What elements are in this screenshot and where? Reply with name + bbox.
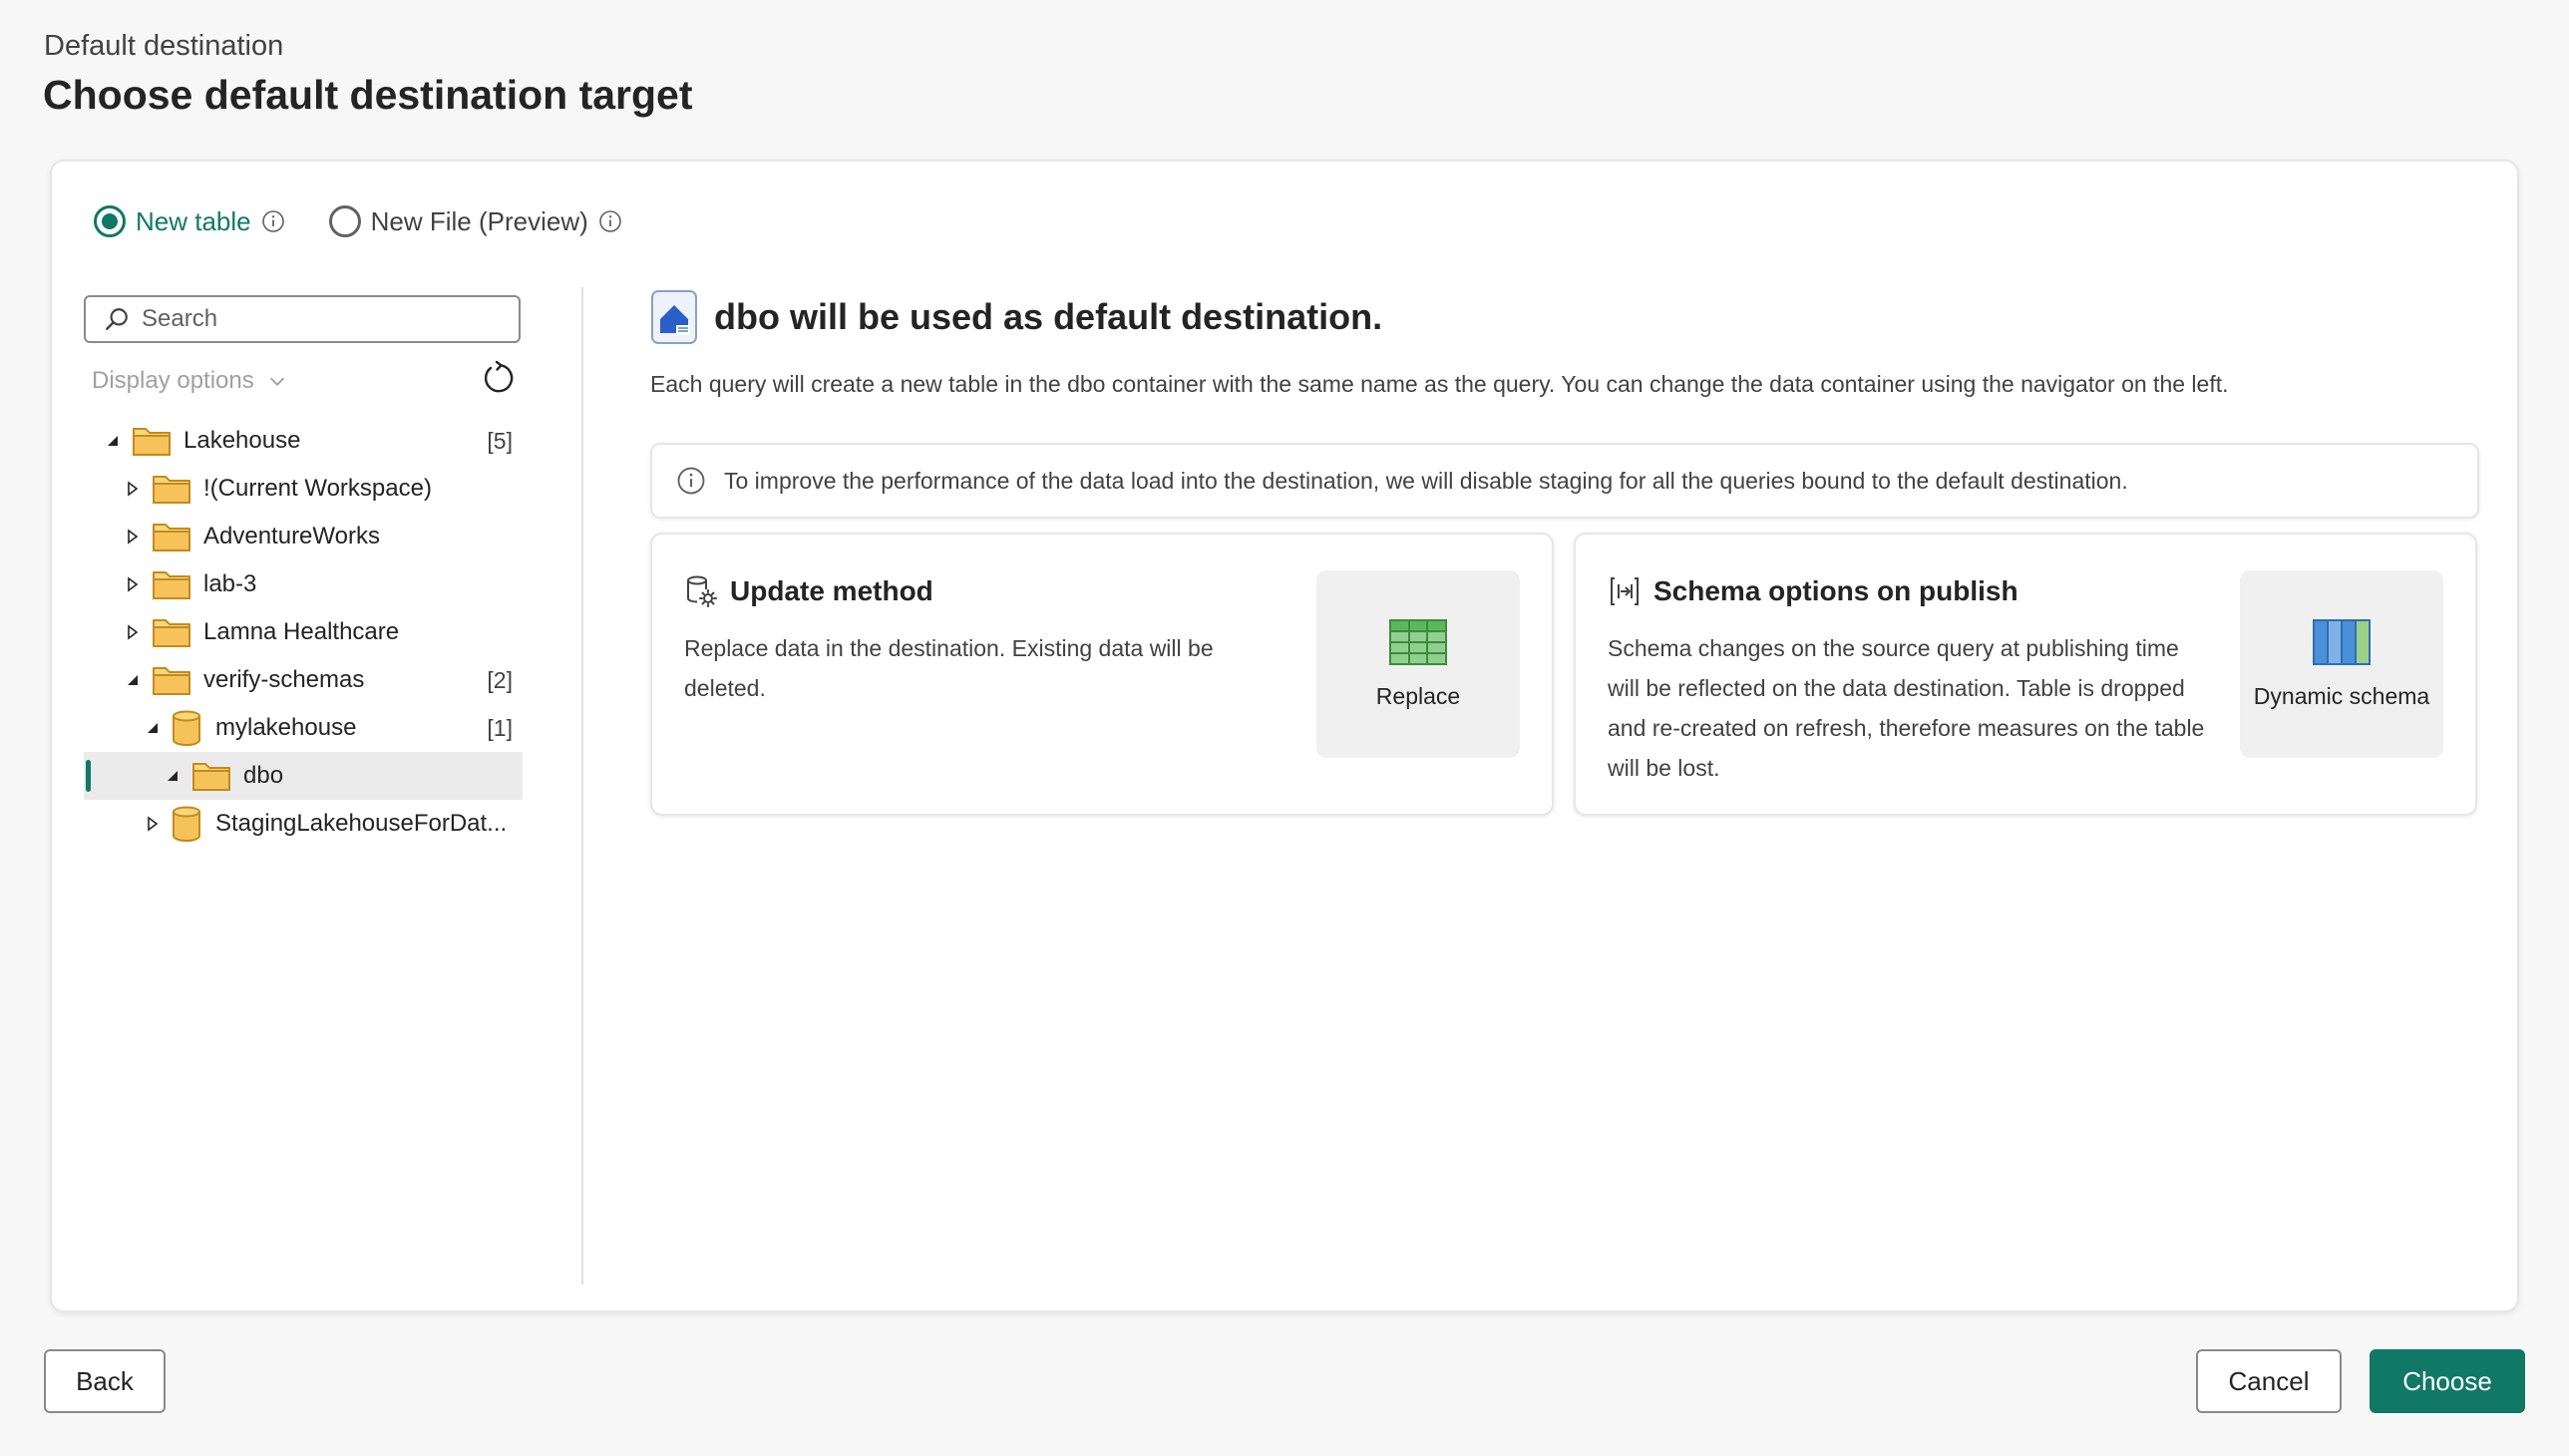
tree-item[interactable]: lab-3 xyxy=(84,560,523,608)
tree-item[interactable]: !(Current Workspace) xyxy=(84,465,523,513)
navigator-pane: Display options Lakehouse [5] !(Current Wo… xyxy=(84,295,523,1292)
database-settings-icon xyxy=(687,575,717,607)
tree-item-label: Lamna Healthcare xyxy=(203,618,400,645)
new-table-radio[interactable]: New table xyxy=(94,205,285,237)
database-icon xyxy=(173,710,200,746)
caret-collapsed-icon[interactable] xyxy=(124,575,142,593)
destination-card: New table New File (Preview) Display opt… xyxy=(50,160,2519,1312)
replace-option-tile[interactable]: Replace xyxy=(1316,570,1520,758)
search-box[interactable] xyxy=(84,295,521,343)
caret-collapsed-icon[interactable] xyxy=(124,528,142,546)
radio-checked-icon xyxy=(94,205,126,237)
destination-content: dbo will be used as default destination.… xyxy=(650,285,2485,816)
tree-item[interactable]: mylakehouse [1] xyxy=(84,704,523,752)
display-options-label: Display options xyxy=(92,367,254,394)
page-title: Choose default destination target xyxy=(43,72,693,118)
schema-options-text: Schema changes on the source query at pu… xyxy=(1608,635,2205,781)
update-method-card: Update method Replace data in the destin… xyxy=(650,533,1554,816)
info-icon[interactable] xyxy=(598,209,622,233)
info-icon[interactable] xyxy=(261,209,285,233)
tree-item[interactable]: Lamna Healthcare xyxy=(84,608,523,656)
folder-icon xyxy=(192,763,230,791)
tree-item-count: [1] xyxy=(487,714,513,741)
tree-item-count: [2] xyxy=(487,666,513,693)
navigator-tree: Lakehouse [5] !(Current Workspace) Adventur… xyxy=(84,417,523,848)
caret-expanded-icon[interactable] xyxy=(104,432,122,450)
search-icon xyxy=(106,308,128,330)
lakehouse-icon xyxy=(651,290,697,344)
dynamic-schema-label: Dynamic schema xyxy=(2253,682,2430,709)
choose-button[interactable]: Choose xyxy=(2370,1349,2525,1413)
chevron-down-icon xyxy=(269,377,284,386)
new-file-label: New File (Preview) xyxy=(370,205,588,236)
caret-expanded-icon[interactable] xyxy=(144,719,162,737)
folder-icon xyxy=(153,571,190,599)
dynamic-schema-icon xyxy=(2313,618,2371,665)
destination-description: Each query will create a new table in th… xyxy=(650,371,2229,397)
info-icon xyxy=(677,467,705,495)
refresh-button[interactable] xyxy=(478,357,520,399)
cancel-button[interactable]: Cancel xyxy=(2196,1349,2342,1413)
search-input[interactable] xyxy=(142,305,501,333)
tree-item[interactable]: AdventureWorks xyxy=(84,513,523,560)
pane-divider xyxy=(581,287,583,1284)
caret-expanded-icon[interactable] xyxy=(124,671,142,689)
tree-item[interactable]: StagingLakehouseForDat... xyxy=(84,800,523,848)
staging-info-text: To improve the performance of the data l… xyxy=(724,467,2128,494)
schema-options-icon xyxy=(1611,577,1639,605)
table-grid-icon xyxy=(1389,618,1447,665)
folder-icon xyxy=(153,667,190,695)
caret-collapsed-icon[interactable] xyxy=(144,815,162,833)
dynamic-schema-option-tile[interactable]: Dynamic schema xyxy=(2240,570,2443,758)
display-options-dropdown[interactable]: Display options xyxy=(92,367,288,395)
schema-options-card: Schema options on publish Schema changes… xyxy=(1574,533,2477,816)
header-subtitle: Default destination xyxy=(44,30,284,62)
destination-title: dbo will be used as default destination. xyxy=(714,296,1383,337)
tree-item-label: mylakehouse xyxy=(215,714,357,741)
database-icon xyxy=(173,806,200,842)
target-type-radio-group: New table New File (Preview) xyxy=(94,205,666,237)
replace-label: Replace xyxy=(1375,682,1461,709)
folder-icon xyxy=(153,524,190,551)
radio-unchecked-icon xyxy=(328,205,361,237)
tree-item-label: verify-schemas xyxy=(203,666,365,693)
caret-collapsed-icon[interactable] xyxy=(124,623,142,641)
staging-info-banner: To improve the performance of the data l… xyxy=(650,443,2479,519)
tree-item-label: dbo xyxy=(243,762,284,789)
back-button[interactable]: Back xyxy=(44,1349,166,1413)
tree-item-label: !(Current Workspace) xyxy=(203,475,432,502)
update-method-text: Replace data in the destination. Existin… xyxy=(684,635,1214,701)
tree-item[interactable]: dbo xyxy=(84,752,523,800)
caret-collapsed-icon[interactable] xyxy=(124,480,142,498)
folder-icon xyxy=(153,619,190,647)
tree-item[interactable]: verify-schemas [2] xyxy=(84,656,523,704)
new-table-label: New table xyxy=(136,205,251,236)
tree-item-label: lab-3 xyxy=(203,570,257,597)
tree-item-count: [5] xyxy=(487,427,513,454)
schema-options-title: Schema options on publish xyxy=(1653,575,2018,606)
tree-item-label: StagingLakehouseForDat... xyxy=(215,810,508,837)
new-file-radio[interactable]: New File (Preview) xyxy=(328,205,622,237)
tree-item-label: Lakehouse xyxy=(184,427,301,454)
tree-item[interactable]: Lakehouse [5] xyxy=(84,417,523,465)
refresh-icon xyxy=(484,360,514,393)
update-method-title: Update method xyxy=(730,575,933,606)
caret-expanded-icon[interactable] xyxy=(164,767,182,785)
folder-icon xyxy=(133,428,171,456)
tree-item-label: AdventureWorks xyxy=(203,523,380,549)
folder-icon xyxy=(153,476,190,504)
